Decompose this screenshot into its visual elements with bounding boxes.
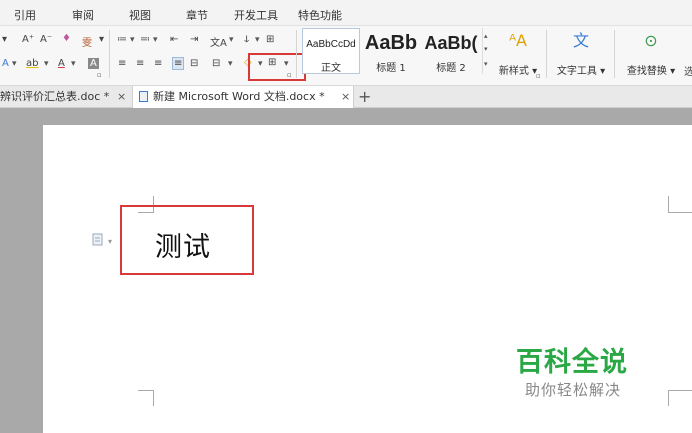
shrink-font-button[interactable]: A⁻ <box>40 34 52 45</box>
highlight-color-button[interactable]: ab <box>26 58 38 69</box>
watermark-title: 百科全说 <box>516 347 628 378</box>
expand-icon[interactable]: ▾ <box>484 60 488 68</box>
font-color-button[interactable]: A <box>58 58 65 69</box>
show-marks-button[interactable]: ⊞ <box>266 34 274 45</box>
margin-corner-mark <box>668 390 692 406</box>
divider <box>546 30 547 78</box>
tab-title: 辨识评价汇总表.doc * <box>0 90 110 103</box>
tab-doc-2[interactable]: 新建 Microsoft Word 文档.docx * × <box>132 86 354 108</box>
tab-title: 新建 Microsoft Word 文档.docx * <box>153 90 325 103</box>
highlight-borders-box <box>248 53 306 81</box>
paragraph-handle-icon[interactable] <box>92 233 104 247</box>
new-style-icon: ᴬA <box>509 31 527 50</box>
tab-doc-1[interactable]: 辨识评价汇总表.doc * <box>0 86 109 108</box>
styles-launcher[interactable]: ▫ <box>536 72 541 80</box>
style-label: 标题 1 <box>376 63 406 74</box>
text-tools-label: 文字工具 <box>556 66 597 77</box>
new-tab-button[interactable]: + <box>358 86 371 107</box>
select-button[interactable]: 选 <box>684 63 692 78</box>
divider <box>614 30 615 78</box>
text-tools-button[interactable]: 文 文字工具 ▾ <box>552 30 610 77</box>
close-icon[interactable]: × <box>341 86 350 108</box>
style-sample: AaBb( <box>424 33 478 53</box>
clear-format-icon[interactable]: ♦ <box>62 33 71 44</box>
phonetic-guide-button[interactable]: 雯 <box>82 34 92 49</box>
align-left-button[interactable]: ≡ <box>118 58 126 69</box>
sort-button[interactable]: ↆ <box>244 34 249 45</box>
divider <box>296 30 297 78</box>
style-sample: AaBbCcDd <box>306 39 356 50</box>
document-tab-bar: 辨识评价汇总表.doc * × 新建 Microsoft Word 文档.doc… <box>0 86 692 108</box>
font-settings-launcher[interactable]: ▫ <box>97 71 102 79</box>
chevron-down-icon[interactable]: ▾ <box>484 45 488 53</box>
grow-font-button[interactable]: A⁺ <box>22 34 34 45</box>
text-tools-icon: 文 <box>572 31 589 50</box>
chevron-up-icon[interactable]: ▴ <box>484 32 488 40</box>
menu-view[interactable]: 视图 <box>129 7 151 23</box>
style-heading-1[interactable]: AaBb 标题 1 <box>362 28 420 74</box>
line-spacing-button[interactable]: ⊟ <box>212 58 220 69</box>
watermark-subtitle: 助你轻松解决 <box>525 381 622 399</box>
align-center-button[interactable]: ≡ <box>136 58 144 69</box>
find-replace-button[interactable]: ⊙ 查找替换 ▾ <box>620 30 682 77</box>
distribute-button[interactable]: ⊟ <box>190 58 198 69</box>
align-right-button[interactable]: ≡ <box>154 58 162 69</box>
handle-dropdown[interactable]: ▾ <box>108 237 112 246</box>
styles-scroll[interactable]: ▴ ▾ ▾ <box>482 28 490 74</box>
char-shading-button[interactable]: A <box>88 58 99 69</box>
decrease-indent-button[interactable]: ⇤ <box>170 34 178 45</box>
text-direction-button[interactable]: 文A <box>210 34 227 49</box>
find-replace-label: 查找替换 <box>626 66 667 77</box>
new-style-button[interactable]: ᴬA 新样式 ▾ <box>496 30 540 77</box>
menu-references[interactable]: 引用 <box>14 7 36 23</box>
divider <box>109 30 110 78</box>
new-style-label: 新样式 <box>498 66 529 77</box>
menu-review[interactable]: 审阅 <box>72 7 94 23</box>
style-normal[interactable]: AaBbCcDd 正文 <box>302 28 360 74</box>
style-label: 正文 <box>321 63 341 74</box>
menu-special[interactable]: 特色功能 <box>298 7 342 23</box>
text-effect-button[interactable]: A <box>2 58 9 69</box>
magnifier-icon: ⊙ <box>644 31 658 50</box>
numbered-list-button[interactable]: ≕ <box>140 34 150 45</box>
styles-gallery: AaBbCcDd 正文 AaBb 标题 1 AaBb( 标题 2 <box>300 28 486 74</box>
style-sample: AaBb <box>364 32 418 54</box>
style-label: 标题 2 <box>436 63 466 74</box>
margin-corner-mark <box>138 390 154 406</box>
close-icon[interactable]: × <box>117 86 126 108</box>
word-doc-icon <box>139 91 148 102</box>
highlight-text-box <box>120 205 254 275</box>
menu-bar: 引用 审阅 视图 章节 开发工具 特色功能 <box>0 0 692 26</box>
menu-developer[interactable]: 开发工具 <box>234 7 278 23</box>
justify-button[interactable]: ≡ <box>172 57 185 70</box>
bullet-list-button[interactable]: ≔ <box>117 34 127 45</box>
style-heading-2[interactable]: AaBb( 标题 2 <box>422 28 480 74</box>
increase-indent-button[interactable]: ⇥ <box>190 34 198 45</box>
font-size-dropdown[interactable]: ▾ <box>2 34 7 45</box>
menu-section[interactable]: 章节 <box>186 7 208 23</box>
ribbon-toolbar: ▾ A⁺ A⁻ ♦ 雯 ▾ A ▾ ab ▾ A ▾ A ≔ ▾ ≕ ▾ ⇤ ⇥… <box>0 26 692 86</box>
margin-corner-mark <box>668 196 692 213</box>
